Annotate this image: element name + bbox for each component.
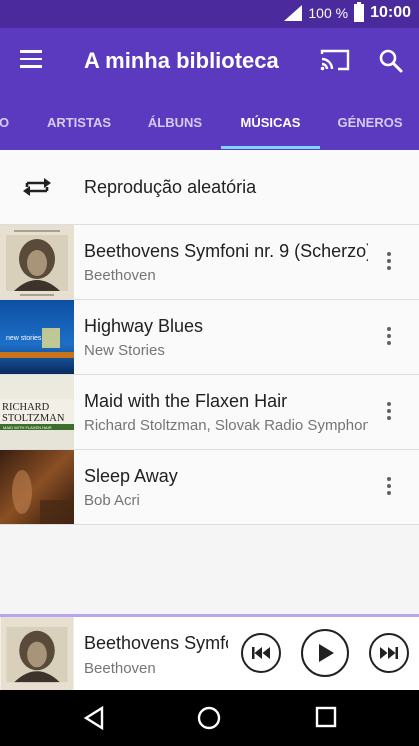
play-button[interactable]	[301, 629, 349, 677]
album-art	[0, 450, 74, 524]
next-icon	[380, 647, 398, 659]
song-item[interactable]: Beethovens Symfoni nr. 9 (Scherzo) Beeth…	[0, 225, 419, 300]
now-playing-album-art	[0, 617, 74, 690]
song-artist: Beethoven	[84, 267, 156, 284]
song-artist: Bob Acri	[84, 492, 140, 509]
album-art: RICHARD STOLTZMAN MAID WITH FLAXEN HAIR	[0, 375, 74, 449]
page-title: A minha biblioteca	[84, 48, 279, 73]
cast-icon[interactable]	[320, 48, 350, 72]
battery-percent: 100 %	[308, 5, 349, 21]
now-playing-artist: Beethoven	[84, 660, 156, 677]
status-indicators: 100 % 10:00	[284, 2, 411, 22]
song-title: Maid with the Flaxen Hair	[84, 391, 288, 411]
song-item[interactable]: Sleep Away Bob Acri	[0, 450, 419, 525]
tab-albums[interactable]: ÁLBUNS	[135, 108, 215, 150]
tab-artists[interactable]: ARTISTAS	[36, 108, 122, 150]
system-navigation-bar	[0, 690, 419, 746]
tab-genres[interactable]: GÉNEROS	[330, 108, 410, 150]
more-options-icon[interactable]	[380, 477, 398, 499]
recents-icon[interactable]	[315, 706, 337, 728]
song-item[interactable]: new stories Highway Blues New Stories	[0, 300, 419, 375]
album-art-text: STOLTZMAN	[2, 413, 65, 424]
now-playing-bar[interactable]: Beethovens Symfoni nr. 9 (Scherzo) Beeth…	[0, 614, 419, 690]
album-art	[0, 225, 74, 299]
song-artist: New Stories	[84, 342, 165, 359]
menu-icon[interactable]	[20, 50, 44, 70]
album-art-text: new stories	[6, 335, 42, 342]
previous-button[interactable]	[241, 633, 281, 673]
song-title: Beethovens Symfoni nr. 9 (Scherzo)	[84, 241, 368, 261]
app-bar: A minha biblioteca O ARTISTAS ÁLBUNS MÚS…	[0, 28, 419, 150]
tab-indicator	[221, 146, 320, 149]
song-item[interactable]: RICHARD STOLTZMAN MAID WITH FLAXEN HAIR …	[0, 375, 419, 450]
play-icon	[319, 644, 334, 662]
battery-icon	[354, 2, 365, 22]
song-title: Highway Blues	[84, 316, 204, 336]
album-art: new stories	[0, 300, 74, 374]
song-list: Beethovens Symfoni nr. 9 (Scherzo) Beeth…	[0, 225, 419, 525]
signal-icon	[284, 5, 303, 21]
album-art-text: MAID WITH FLAXEN HAIR	[3, 425, 52, 430]
now-playing-title: Beethovens Symfoni nr. 9 (Scherzo)	[84, 633, 228, 653]
album-art-text: RICHARD	[2, 402, 50, 413]
shuffle-icon	[23, 178, 51, 196]
tab-partial[interactable]: O	[0, 108, 12, 150]
song-artist: Richard Stoltzman, Slovak Radio Symphony	[84, 417, 368, 434]
shuffle-label: Reprodução aleatória	[84, 177, 257, 197]
next-button[interactable]	[369, 633, 409, 673]
more-options-icon[interactable]	[380, 327, 398, 349]
clock: 10:00	[370, 4, 411, 21]
song-title: Sleep Away	[84, 466, 178, 486]
tab-songs[interactable]: MÚSICAS	[221, 108, 320, 150]
tab-bar: O ARTISTAS ÁLBUNS MÚSICAS GÉNEROS	[0, 108, 419, 150]
status-bar: 100 % 10:00	[0, 0, 419, 28]
search-icon[interactable]	[378, 48, 404, 74]
previous-icon	[252, 647, 270, 659]
home-icon[interactable]	[197, 706, 221, 730]
back-icon[interactable]	[83, 706, 105, 730]
more-options-icon[interactable]	[380, 402, 398, 424]
more-options-icon[interactable]	[380, 252, 398, 274]
shuffle-row[interactable]: Reprodução aleatória	[0, 150, 419, 225]
